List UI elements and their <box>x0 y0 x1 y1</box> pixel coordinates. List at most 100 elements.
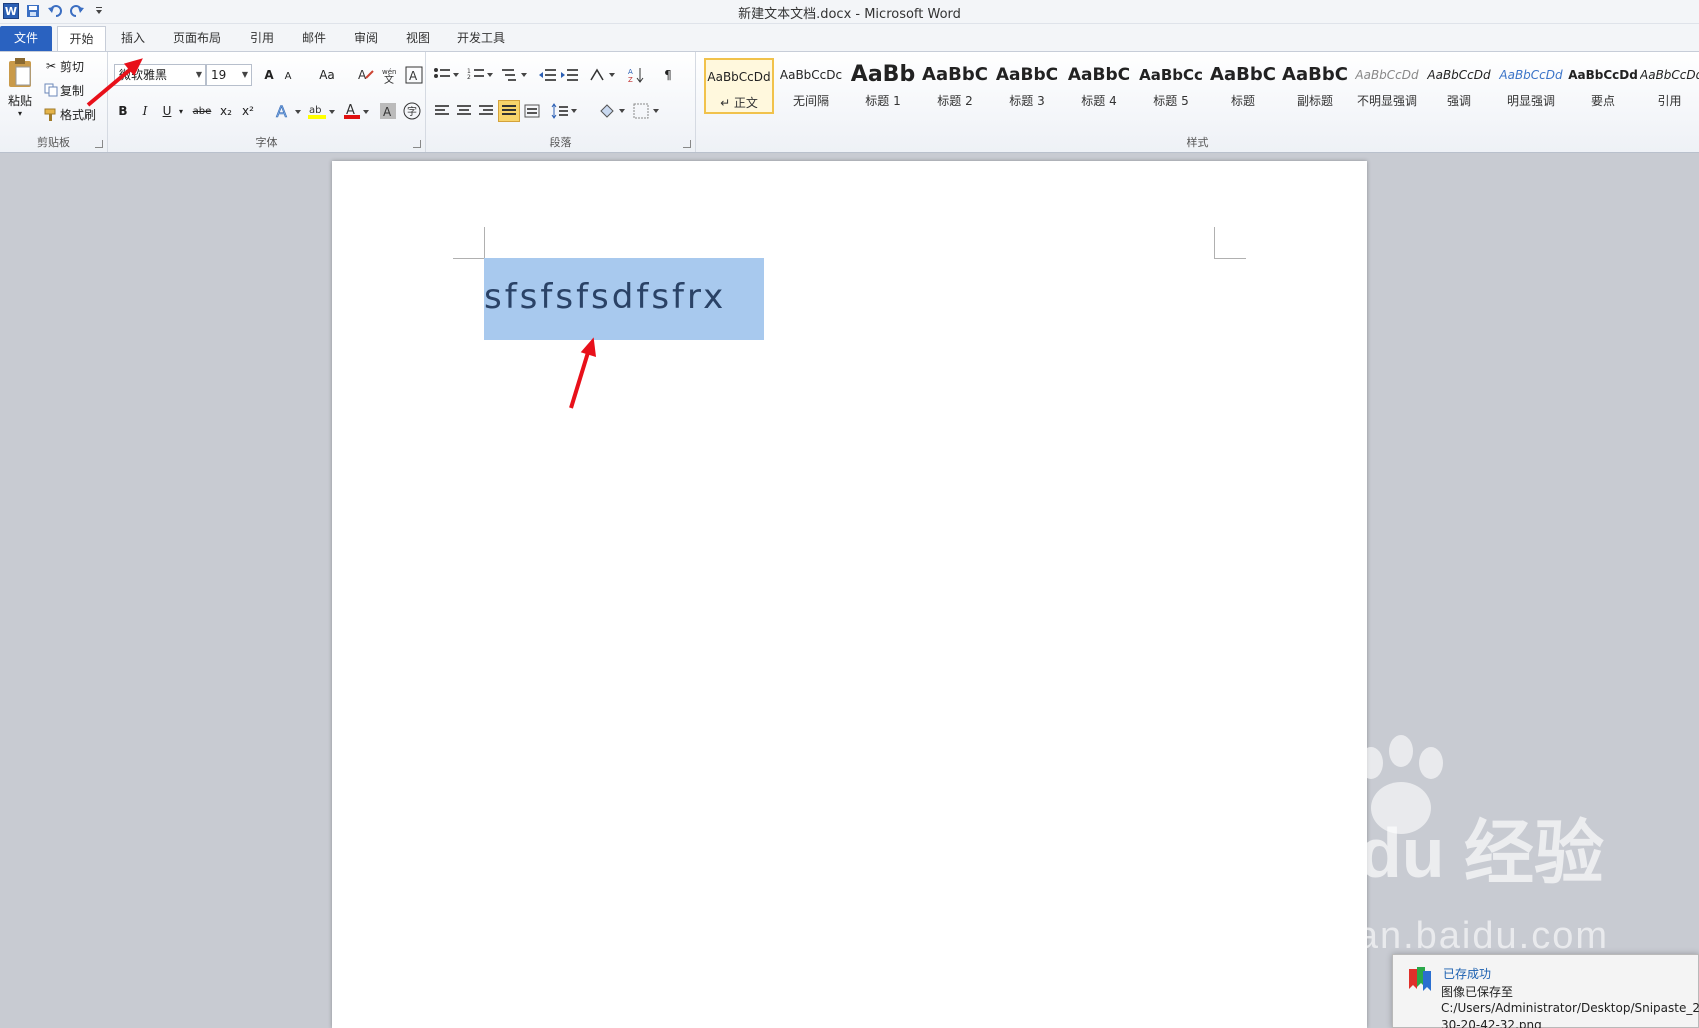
grow-font-button[interactable]: A <box>260 64 278 86</box>
style-name: ↵ 正文 <box>720 96 758 110</box>
style-name: 明显强调 <box>1506 94 1555 108</box>
justify-icon[interactable] <box>498 100 520 122</box>
style-normal[interactable]: AaBbCcDd ↵ 正文 <box>704 58 774 114</box>
svg-text:字: 字 <box>407 105 417 118</box>
style-sample: AaBbCcDd <box>1427 68 1491 82</box>
style-sample: AaBbCcDd <box>707 70 771 84</box>
tab-mailings[interactable]: 邮件 <box>292 26 336 51</box>
style-subtitle[interactable]: AaBbC 副标题 <box>1280 58 1350 114</box>
enclose-characters-icon[interactable]: 字 <box>402 100 422 122</box>
style-name: 强调 <box>1446 94 1471 108</box>
underline-button[interactable]: U <box>158 100 176 122</box>
clipboard-group-label: 剪贴板 <box>37 136 70 149</box>
style-heading-3[interactable]: AaBbC 标题 3 <box>992 58 1062 114</box>
chevron-down-icon: ▼ <box>241 70 248 79</box>
font-group-label: 字体 <box>255 136 278 149</box>
italic-button[interactable]: I <box>136 100 154 122</box>
style-sample: AaBbCc <box>1139 66 1203 84</box>
tab-developer[interactable]: 开发工具 <box>448 26 514 51</box>
subscript-button[interactable]: x₂ <box>216 100 236 122</box>
superscript-button[interactable]: x² <box>238 100 258 122</box>
chevron-down-icon: ▼ <box>195 70 202 79</box>
highlight-icon[interactable]: ab <box>306 100 340 122</box>
style-no-spacing[interactable]: AaBbCcDc 无间隔 <box>776 58 846 114</box>
clear-format-icon[interactable]: A <box>356 64 376 86</box>
borders-icon[interactable] <box>632 100 662 122</box>
line-spacing-icon[interactable] <box>550 100 580 122</box>
clipboard-launcher-icon[interactable] <box>95 140 103 148</box>
svg-text:A: A <box>409 69 418 83</box>
document-page[interactable]: sfsfsfsdfsfrx <box>332 161 1367 1028</box>
style-heading-5[interactable]: AaBbCc 标题 5 <box>1136 58 1206 114</box>
font-size-select[interactable]: 19 ▼ <box>206 64 252 86</box>
paste-icon[interactable] <box>4 56 36 90</box>
snipaste-icon <box>1409 967 1431 991</box>
tab-home[interactable]: 开始 <box>57 26 106 51</box>
font-color-icon[interactable]: A <box>342 100 374 122</box>
document-text[interactable]: sfsfsfsdfsfrx <box>484 277 726 317</box>
bold-button[interactable]: B <box>114 100 132 122</box>
style-title[interactable]: AaBbC 标题 <box>1208 58 1278 114</box>
style-quote[interactable]: AaBbCcDd 引用 <box>1640 58 1699 114</box>
tab-references[interactable]: 引用 <box>240 26 284 51</box>
tab-file[interactable]: 文件 <box>0 26 52 51</box>
tab-page-layout[interactable]: 页面布局 <box>164 26 230 51</box>
bullets-icon[interactable] <box>432 64 462 86</box>
notification-filename: 30-20-42-32.png <box>1441 1018 1542 1028</box>
strikethrough-button[interactable]: abe <box>190 100 214 122</box>
svg-text:文: 文 <box>384 73 394 84</box>
style-heading-2[interactable]: AaBbC 标题 2 <box>920 58 990 114</box>
distributed-icon[interactable] <box>522 100 542 122</box>
show-formatting-icon[interactable]: ¶ <box>658 64 678 86</box>
change-case-button[interactable]: Aa <box>314 64 340 86</box>
style-name: 要点 <box>1590 94 1615 108</box>
style-sample: AaBbCcDd <box>1355 68 1419 82</box>
font-group: 微软雅黑 ▼ 19 ▼ A A Aa A wén 文 A B I U ▾ abe x₂… <box>108 52 426 152</box>
character-border-icon[interactable]: A <box>404 64 424 86</box>
styles-group-label: 样式 <box>1186 136 1209 149</box>
sort-icon[interactable]: AZ <box>626 64 648 86</box>
notification-path: C:/Users/Administrator/Desktop/Snipaste_… <box>1441 1001 1699 1015</box>
style-strong[interactable]: AaBbCcDd 要点 <box>1568 58 1638 114</box>
character-shading-icon[interactable]: A <box>378 100 398 122</box>
copy-icon <box>44 82 58 98</box>
align-center-icon[interactable] <box>454 100 474 122</box>
align-right-icon[interactable] <box>476 100 496 122</box>
style-sample: AaBbCcDd <box>1568 68 1638 82</box>
numbering-icon[interactable]: 12 <box>466 64 496 86</box>
chevron-down-icon[interactable]: ▾ <box>14 108 26 118</box>
text-effects-icon[interactable]: A <box>274 100 304 122</box>
style-name: 不明显强调 <box>1356 94 1417 108</box>
style-intense-emphasis[interactable]: AaBbCcDd 明显强调 <box>1496 58 1566 114</box>
style-heading-1[interactable]: AaBb 标题 1 <box>848 58 918 114</box>
shading-icon[interactable] <box>598 100 628 122</box>
annotation-arrow-line <box>569 351 590 409</box>
tab-view[interactable]: 视图 <box>396 26 440 51</box>
tab-review[interactable]: 审阅 <box>344 26 388 51</box>
align-left-icon[interactable] <box>432 100 452 122</box>
tab-insert[interactable]: 插入 <box>110 26 156 51</box>
style-emphasis[interactable]: AaBbCcDd 强调 <box>1424 58 1494 114</box>
format-painter-button[interactable]: 格式刷 <box>60 106 104 122</box>
font-launcher-icon[interactable] <box>413 140 421 148</box>
save-notification[interactable]: 已存成功 图像已保存至 C:/Users/Administrator/Deskt… <box>1392 954 1699 1028</box>
chinese-layout-icon[interactable] <box>588 64 618 86</box>
style-name: 无间隔 <box>792 94 829 108</box>
copy-button[interactable]: 复制 <box>60 82 90 98</box>
style-subtle-emphasis[interactable]: AaBbCcDd 不明显强调 <box>1352 58 1422 114</box>
margin-corner-top-right <box>1214 227 1246 259</box>
decrease-indent-icon[interactable] <box>538 64 558 86</box>
scissors-icon: ✂ <box>45 59 57 73</box>
paste-button[interactable]: 粘贴 <box>4 92 36 108</box>
svg-text:ab: ab <box>309 105 321 116</box>
cut-button[interactable]: 剪切 <box>60 58 90 74</box>
style-name: 标题 1 <box>865 94 901 108</box>
increase-indent-icon[interactable] <box>560 64 580 86</box>
chevron-down-icon[interactable]: ▾ <box>176 102 186 120</box>
phonetic-guide-icon[interactable]: wén 文 <box>380 64 400 86</box>
multilevel-list-icon[interactable] <box>500 64 530 86</box>
style-heading-4[interactable]: AaBbC 标题 4 <box>1064 58 1134 114</box>
paragraph-launcher-icon[interactable] <box>683 140 691 148</box>
shrink-font-button[interactable]: A <box>280 66 296 86</box>
style-name: 副标题 <box>1296 94 1333 108</box>
